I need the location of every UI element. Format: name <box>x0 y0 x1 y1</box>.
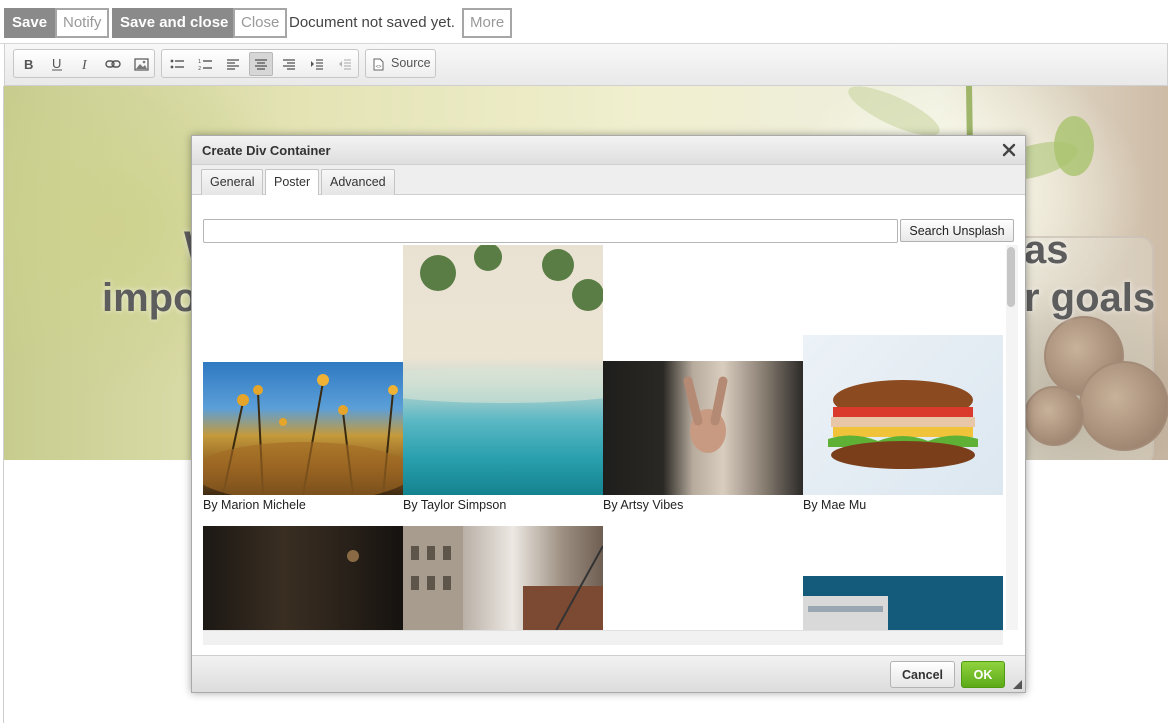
tab-poster[interactable]: Poster <box>265 169 320 196</box>
editor-toolbar: B U I 12 <> Source <box>4 44 1168 86</box>
unsplash-search-input[interactable] <box>203 219 898 243</box>
hero-heading-line2-left: impo <box>102 276 198 320</box>
svg-text:U: U <box>52 57 61 71</box>
photo-sandwich[interactable] <box>803 335 1003 495</box>
create-div-container-dialog: Create Div Container General Poster Adva… <box>191 135 1026 693</box>
save-status-text: Document not saved yet. <box>289 14 455 31</box>
align-right-icon[interactable] <box>277 52 301 76</box>
bold-icon[interactable]: B <box>17 52 41 76</box>
save-button[interactable]: Save <box>4 8 56 38</box>
coin-image <box>1079 361 1168 451</box>
dialog-title-bar[interactable]: Create Div Container <box>192 136 1025 165</box>
photo-wildflowers[interactable] <box>203 362 403 495</box>
close-icon[interactable] <box>1001 142 1017 158</box>
coin-image <box>1024 386 1084 446</box>
paragraph-group: 12 <box>161 49 359 78</box>
photo-blue-building[interactable] <box>803 576 1003 630</box>
dialog-title: Create Div Container <box>202 143 331 158</box>
source-icon: <> <box>373 58 384 71</box>
source-button[interactable]: <> Source <box>365 49 436 78</box>
text-format-group: B U I <box>13 49 155 78</box>
outdent-icon[interactable] <box>333 52 357 76</box>
svg-text:1: 1 <box>198 59 201 65</box>
dialog-tab-bar: General Poster Advanced <box>192 165 1025 196</box>
svg-text:B: B <box>24 57 33 71</box>
poster-tab-panel: Search Unsplash By Marion Michele By Tay… <box>192 195 1025 655</box>
tab-advanced[interactable]: Advanced <box>321 169 395 195</box>
photo-gallery: By Marion Michele By Taylor Simpson By A… <box>203 245 1003 630</box>
hero-heading-line2-right: r goals <box>1024 276 1156 320</box>
numbered-list-icon[interactable]: 12 <box>193 52 217 76</box>
align-left-icon[interactable] <box>221 52 245 76</box>
resize-handle-icon[interactable] <box>1013 680 1022 689</box>
notify-button[interactable]: Notify <box>55 8 110 38</box>
save-and-close-button[interactable]: Save and close <box>112 8 237 38</box>
tab-general[interactable]: General <box>201 169 264 195</box>
bulleted-list-icon[interactable] <box>165 52 189 76</box>
cancel-button[interactable]: Cancel <box>890 661 955 688</box>
gallery-horizontal-scrollbar[interactable] <box>203 630 1003 645</box>
underline-icon[interactable]: U <box>45 52 69 76</box>
ok-button[interactable]: OK <box>961 661 1005 688</box>
more-button[interactable]: More <box>462 8 513 38</box>
dialog-footer: Cancel OK <box>192 655 1025 692</box>
photo-caption: By Taylor Simpson <box>403 498 507 512</box>
image-icon[interactable] <box>129 52 153 76</box>
svg-text:<>: <> <box>376 64 382 70</box>
photo-caption: By Marion Michele <box>203 498 306 512</box>
svg-text:I: I <box>81 58 88 71</box>
svg-text:2: 2 <box>198 66 201 71</box>
search-unsplash-button[interactable]: Search Unsplash <box>900 219 1014 242</box>
photo-aerial-beach[interactable] <box>403 245 603 495</box>
italic-icon[interactable]: I <box>73 52 97 76</box>
gallery-scrollbar-thumb[interactable] <box>1007 247 1015 307</box>
hero-heading-line1-right: as <box>1024 228 1069 272</box>
photo-clasped-hands[interactable] <box>603 361 803 495</box>
source-label: Source <box>391 56 431 70</box>
photo-city-buildings[interactable] <box>403 526 603 630</box>
photo-dark-jacket[interactable] <box>203 526 403 630</box>
photo-caption: By Mae Mu <box>803 498 867 512</box>
close-button[interactable]: Close <box>233 8 288 38</box>
document-action-bar: Save Notify Save and close Close Documen… <box>0 0 1168 44</box>
align-center-icon[interactable] <box>249 52 273 76</box>
link-icon[interactable] <box>101 52 125 76</box>
photo-caption: By Artsy Vibes <box>603 498 684 512</box>
indent-icon[interactable] <box>305 52 329 76</box>
